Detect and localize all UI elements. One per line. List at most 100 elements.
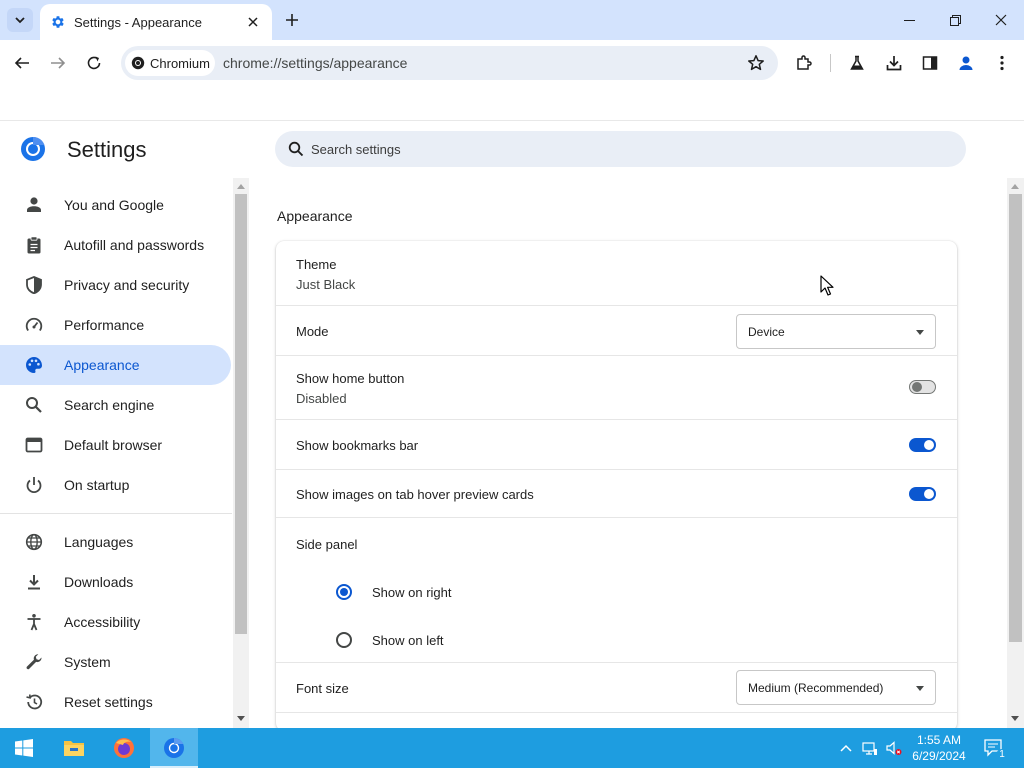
font-size-label: Font size xyxy=(296,681,349,696)
speedometer-icon xyxy=(23,314,45,336)
downloads-button[interactable] xyxy=(878,47,910,79)
sidebar-item-downloads[interactable]: Downloads xyxy=(0,562,231,602)
bookmarks-bar-toggle[interactable] xyxy=(909,438,936,452)
sidebar-item-on-startup[interactable]: On startup xyxy=(0,465,231,505)
search-input[interactable] xyxy=(311,141,911,157)
network-icon[interactable] xyxy=(862,740,878,756)
scroll-down-arrow-icon[interactable] xyxy=(1011,716,1019,721)
download-icon xyxy=(23,571,45,593)
mode-row: Mode Device xyxy=(276,306,957,356)
bookmarks-bar-row[interactable]: Show bookmarks bar xyxy=(276,420,957,470)
bookmarks-bar-label: Show bookmarks bar xyxy=(296,438,419,453)
side-panel-button[interactable] xyxy=(914,47,946,79)
sidebar-item-performance[interactable]: Performance xyxy=(0,305,231,345)
reload-icon xyxy=(87,56,101,70)
url-text[interactable]: chrome://settings/appearance xyxy=(223,55,407,71)
main-scrollbar[interactable] xyxy=(1007,178,1024,728)
search-icon xyxy=(287,140,305,158)
chevron-down-icon xyxy=(15,17,25,24)
scroll-up-arrow-icon[interactable] xyxy=(237,184,245,189)
notification-count-badge: 1 xyxy=(996,749,1008,761)
sidebar-item-search-engine[interactable]: Search engine xyxy=(0,385,231,425)
font-size-select[interactable]: Medium (Recommended) xyxy=(736,670,936,705)
palette-icon xyxy=(23,354,45,376)
firefox-icon xyxy=(114,738,134,758)
theme-row[interactable]: Theme Just Black xyxy=(276,241,957,306)
hover-cards-toggle[interactable] xyxy=(909,487,936,501)
wrench-icon xyxy=(23,651,45,673)
header-divider xyxy=(0,120,1024,121)
menu-button[interactable] xyxy=(986,47,1018,79)
hover-cards-label: Show images on tab hover preview cards xyxy=(296,487,534,502)
radio-show-on-right[interactable] xyxy=(336,584,352,600)
chromium-icon xyxy=(131,56,145,70)
sidebar-item-default-browser[interactable]: Default browser xyxy=(0,425,231,465)
close-tab-icon[interactable] xyxy=(244,13,262,31)
close-window-button[interactable] xyxy=(978,0,1024,40)
sidebar-item-privacy[interactable]: Privacy and security xyxy=(0,265,231,305)
sidebar-item-you-and-google[interactable]: You and Google xyxy=(0,185,231,225)
sidebar-item-accessibility[interactable]: Accessibility xyxy=(0,602,231,642)
star-icon[interactable] xyxy=(746,53,766,73)
more-vertical-icon xyxy=(1000,55,1004,71)
site-info-chip[interactable]: Chromium xyxy=(125,50,215,76)
chromium-taskbar-button[interactable] xyxy=(150,728,198,768)
sidebar-item-appearance[interactable]: Appearance xyxy=(0,345,231,385)
main-scroll-thumb[interactable] xyxy=(1009,194,1022,642)
radio-label-show-on-right[interactable]: Show on right xyxy=(372,585,452,600)
chevron-up-icon[interactable] xyxy=(838,740,854,756)
hover-cards-row[interactable]: Show images on tab hover preview cards xyxy=(276,470,957,518)
sidebar-item-autofill[interactable]: Autofill and passwords xyxy=(0,225,231,265)
toggle-knob xyxy=(924,440,934,450)
dropdown-caret-icon xyxy=(916,330,924,335)
scroll-up-arrow-icon[interactable] xyxy=(1011,184,1019,189)
side-panel-label: Side panel xyxy=(296,537,358,552)
tab-search-button[interactable] xyxy=(7,8,33,32)
extensions-button[interactable] xyxy=(788,47,820,79)
shield-icon xyxy=(23,274,45,296)
sidebar-scrollbar[interactable] xyxy=(233,178,249,728)
sidebar-item-languages[interactable]: Languages xyxy=(0,522,231,562)
windows-start-icon xyxy=(15,739,33,757)
home-button-toggle[interactable] xyxy=(909,380,936,394)
history-icon xyxy=(23,691,45,713)
theme-label: Theme xyxy=(296,257,337,272)
profile-button[interactable] xyxy=(950,47,982,79)
radio-label-show-on-left[interactable]: Show on left xyxy=(372,633,444,648)
restore-button[interactable] xyxy=(932,0,978,40)
arrow-right-icon xyxy=(51,57,66,69)
globe-icon xyxy=(23,531,45,553)
tab-strip: Settings - Appearance xyxy=(0,0,1024,40)
mode-select[interactable]: Device xyxy=(736,314,936,349)
side-panel-icon xyxy=(922,56,938,70)
start-button[interactable] xyxy=(0,728,48,768)
back-button[interactable] xyxy=(6,47,38,79)
firefox-button[interactable] xyxy=(100,728,148,768)
font-size-select-value: Medium (Recommended) xyxy=(748,681,884,695)
avatar-icon xyxy=(959,56,973,70)
search-icon xyxy=(23,394,45,416)
minimize-button[interactable] xyxy=(886,0,932,40)
toolbar-divider xyxy=(830,54,831,72)
system-clock[interactable]: 1:55 AM 6/29/2024 xyxy=(906,732,972,764)
sidebar: You and Google Autofill and passwords Pr… xyxy=(0,185,232,728)
new-tab-button[interactable] xyxy=(281,9,303,31)
dropdown-caret-icon xyxy=(916,686,924,691)
radio-show-on-left[interactable] xyxy=(336,632,352,648)
search-box[interactable] xyxy=(275,131,966,167)
puzzle-icon xyxy=(797,55,812,70)
home-button-row[interactable]: Show home button Disabled xyxy=(276,356,957,420)
active-tab[interactable]: Settings - Appearance xyxy=(40,4,272,40)
reload-button[interactable] xyxy=(78,47,110,79)
scroll-down-arrow-icon[interactable] xyxy=(237,716,245,721)
sidebar-item-system[interactable]: System xyxy=(0,642,231,682)
labs-button[interactable] xyxy=(841,47,873,79)
file-explorer-button[interactable] xyxy=(50,728,98,768)
sidebar-scroll-thumb[interactable] xyxy=(235,194,247,634)
omnibox[interactable]: Chromium chrome://settings/appearance xyxy=(121,46,778,80)
power-icon xyxy=(23,474,45,496)
volume-muted-icon[interactable] xyxy=(886,740,902,756)
home-button-status: Disabled xyxy=(296,391,347,406)
forward-button[interactable] xyxy=(42,47,74,79)
sidebar-item-reset[interactable]: Reset settings xyxy=(0,682,231,722)
